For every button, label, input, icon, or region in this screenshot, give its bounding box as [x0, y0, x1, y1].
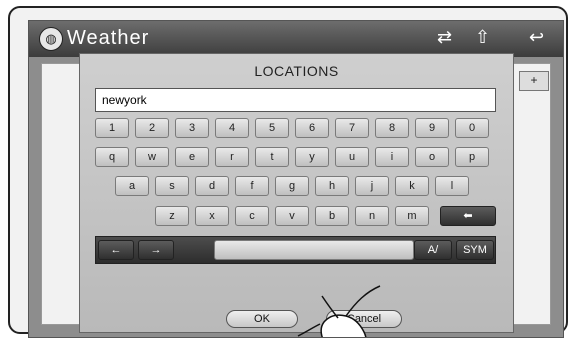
device-frame: ◍ Weather ⇄ ⇧ ↩ + LOCATIONS 1 2 3 4 5 6 … [8, 6, 568, 338]
key-m[interactable]: m [395, 206, 429, 226]
add-location-button[interactable]: + [519, 71, 549, 91]
sym-button[interactable]: SYM [456, 240, 494, 260]
backspace-key[interactable]: ⬅ [440, 206, 496, 226]
key-c[interactable]: c [235, 206, 269, 226]
key-l[interactable]: l [435, 176, 469, 196]
key-4[interactable]: 4 [215, 118, 249, 138]
key-1[interactable]: 1 [95, 118, 129, 138]
cursor-right-button[interactable]: → [138, 240, 174, 260]
key-s[interactable]: s [155, 176, 189, 196]
back-icon[interactable]: ↩ [529, 27, 544, 48]
space-bar[interactable] [214, 240, 414, 260]
backspace-icon: ⬅ [463, 210, 473, 222]
key-d[interactable]: d [195, 176, 229, 196]
dialog-title: LOCATIONS [254, 63, 339, 79]
key-3[interactable]: 3 [175, 118, 209, 138]
cancel-button[interactable]: Cancel [326, 310, 402, 328]
key-9[interactable]: 9 [415, 118, 449, 138]
location-input[interactable] [95, 88, 496, 112]
key-a[interactable]: a [115, 176, 149, 196]
key-j[interactable]: j [355, 176, 389, 196]
up-arrow-icon[interactable]: ⇧ [475, 27, 490, 48]
keyboard-bottom-bar: ← → A/ SYM [95, 236, 496, 264]
key-r[interactable]: r [215, 147, 249, 167]
key-w[interactable]: w [135, 147, 169, 167]
key-z[interactable]: z [155, 206, 189, 226]
app-title: Weather [67, 27, 150, 49]
onscreen-keyboard: 1 2 3 4 5 6 7 8 9 0 q w e r t y u i o p … [95, 118, 496, 318]
key-2[interactable]: 2 [135, 118, 169, 138]
key-8[interactable]: 8 [375, 118, 409, 138]
key-n[interactable]: n [355, 206, 389, 226]
ok-button[interactable]: OK [226, 310, 298, 328]
key-7[interactable]: 7 [335, 118, 369, 138]
key-o[interactable]: o [415, 147, 449, 167]
key-p[interactable]: p [455, 147, 489, 167]
key-e[interactable]: e [175, 147, 209, 167]
key-g[interactable]: g [275, 176, 309, 196]
key-h[interactable]: h [315, 176, 349, 196]
key-u[interactable]: u [335, 147, 369, 167]
mode-toggle-button[interactable]: A/ [414, 240, 452, 260]
screen: ◍ Weather ⇄ ⇧ ↩ + LOCATIONS 1 2 3 4 5 6 … [28, 20, 564, 338]
key-q[interactable]: q [95, 147, 129, 167]
cursor-left-button[interactable]: ← [98, 240, 134, 260]
key-6[interactable]: 6 [295, 118, 329, 138]
key-b[interactable]: b [315, 206, 349, 226]
top-bar: ◍ Weather ⇄ ⇧ ↩ [29, 21, 563, 57]
key-v[interactable]: v [275, 206, 309, 226]
swap-icon[interactable]: ⇄ [437, 27, 452, 48]
key-x[interactable]: x [195, 206, 229, 226]
key-0[interactable]: 0 [455, 118, 489, 138]
locations-dialog: LOCATIONS 1 2 3 4 5 6 7 8 9 0 q w e r t [79, 53, 514, 337]
key-k[interactable]: k [395, 176, 429, 196]
key-y[interactable]: y [295, 147, 329, 167]
globe-icon: ◍ [39, 27, 63, 51]
key-i[interactable]: i [375, 147, 409, 167]
key-5[interactable]: 5 [255, 118, 289, 138]
key-t[interactable]: t [255, 147, 289, 167]
key-f[interactable]: f [235, 176, 269, 196]
